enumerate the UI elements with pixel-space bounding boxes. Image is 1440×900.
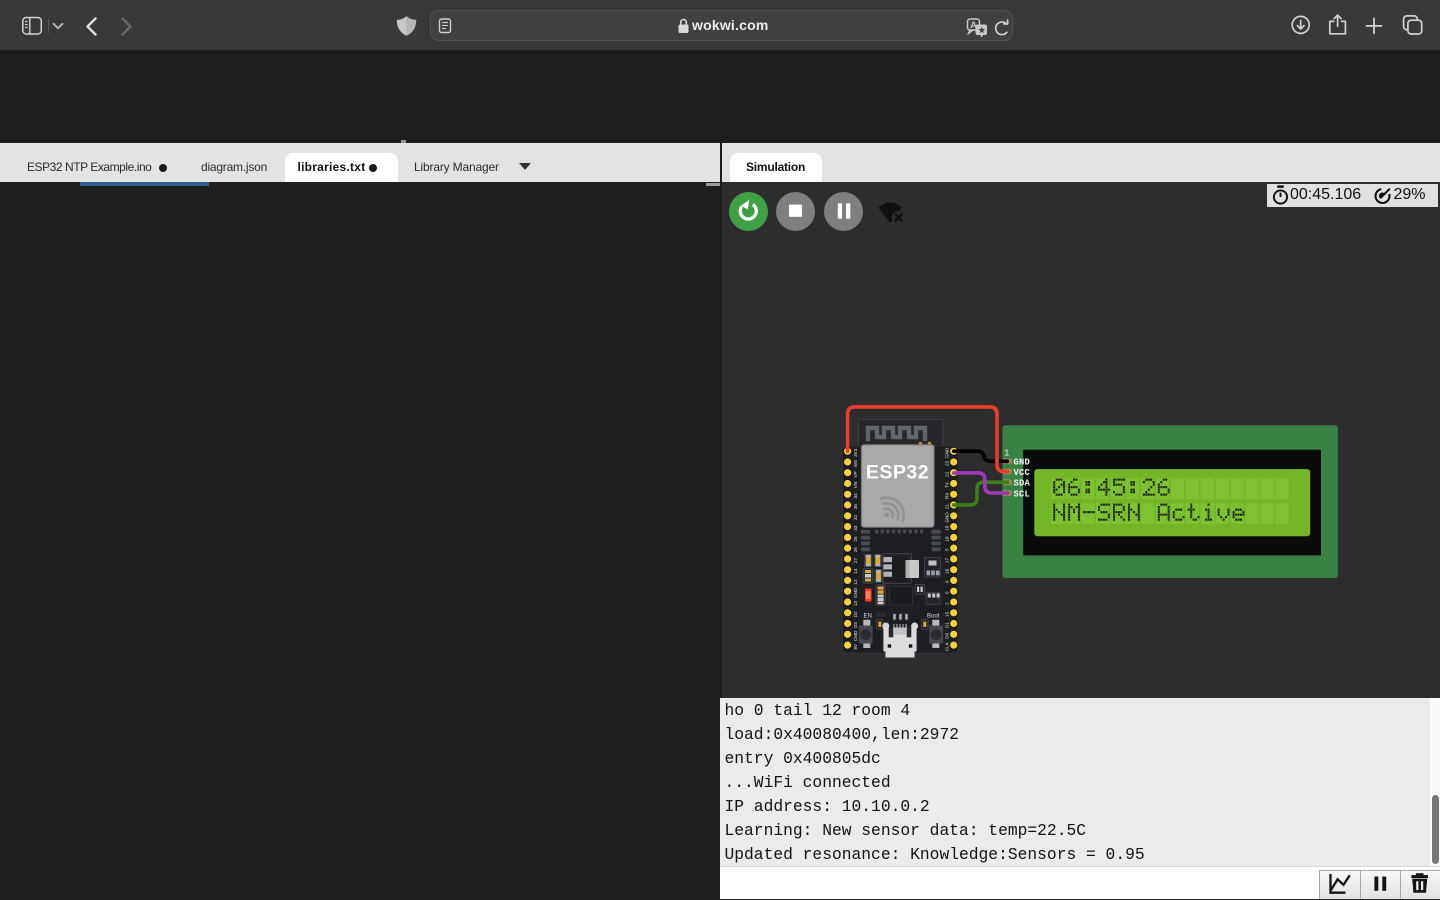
svg-text:EN: EN — [864, 614, 872, 620]
svg-text:CMD: CMD — [853, 630, 858, 641]
svg-text:GND: GND — [853, 587, 858, 598]
svg-text:4: 4 — [944, 580, 949, 583]
svg-text:35: 35 — [853, 504, 858, 510]
svg-text:GND: GND — [1014, 458, 1030, 468]
svg-text:GND: GND — [944, 512, 949, 523]
svg-text:VP: VP — [853, 471, 858, 477]
svg-text:19: 19 — [944, 525, 949, 531]
svg-text:0: 0 — [944, 591, 949, 594]
svg-text:5V: 5V — [853, 643, 858, 650]
svg-text:SDA: SDA — [1014, 479, 1031, 489]
svg-text:SCL: SCL — [1014, 489, 1030, 499]
svg-text:GND: GND — [944, 447, 949, 458]
svg-text:34: 34 — [853, 493, 858, 499]
svg-text:27: 27 — [853, 558, 858, 564]
svg-text:2: 2 — [944, 602, 949, 605]
svg-text:26: 26 — [853, 547, 858, 553]
svg-text:Boot: Boot — [927, 614, 940, 620]
svg-text:VCC: VCC — [1014, 468, 1031, 478]
svg-text:TX: TX — [944, 482, 949, 488]
svg-text:1: 1 — [1004, 449, 1009, 459]
svg-text:22: 22 — [944, 471, 949, 477]
svg-text:D1: D1 — [944, 622, 949, 628]
svg-text:32: 32 — [853, 514, 858, 520]
svg-text:12: 12 — [853, 579, 858, 585]
svg-text:16: 16 — [944, 568, 949, 574]
svg-text:RX: RX — [944, 493, 949, 499]
svg-text:33: 33 — [853, 525, 858, 531]
svg-text:D0: D0 — [944, 633, 949, 639]
svg-text:14: 14 — [853, 568, 858, 574]
svg-text:ESP32: ESP32 — [866, 462, 929, 484]
svg-text:23: 23 — [944, 461, 949, 467]
svg-text:17: 17 — [944, 558, 949, 564]
svg-text:D3: D3 — [853, 622, 858, 628]
svg-text:VN: VN — [853, 482, 858, 488]
svg-text:CLK: CLK — [944, 641, 949, 651]
svg-text:13: 13 — [853, 601, 858, 607]
svg-text:EN: EN — [853, 460, 858, 466]
svg-text:18: 18 — [944, 536, 949, 542]
svg-text:5: 5 — [944, 548, 949, 551]
svg-text:3V3: 3V3 — [853, 448, 858, 457]
svg-text:25: 25 — [853, 536, 858, 542]
svg-text:15: 15 — [944, 611, 949, 617]
svg-text:D2: D2 — [853, 611, 858, 617]
svg-text:21: 21 — [944, 504, 949, 510]
